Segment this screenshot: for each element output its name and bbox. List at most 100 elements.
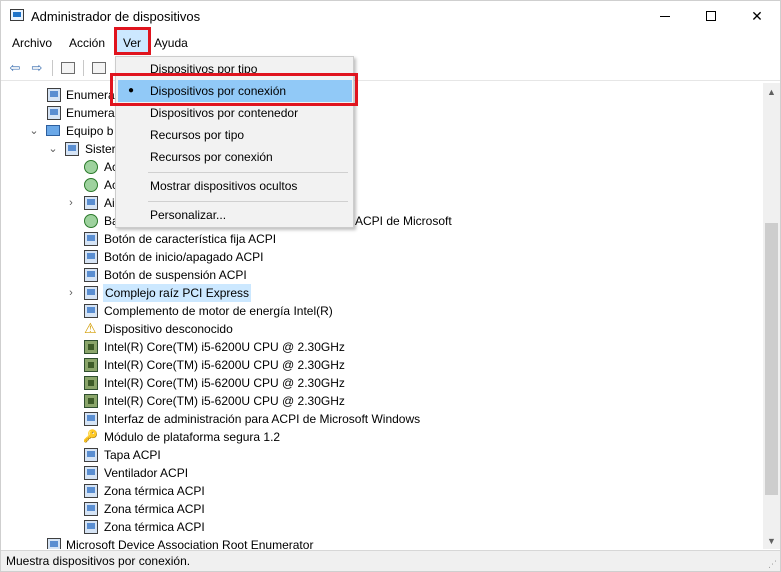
battery-icon [84,178,98,192]
tree-row[interactable]: Zona térmica ACPI [1,518,763,536]
tree-row-label-selected: Complejo raíz PCI Express [103,284,252,302]
tree-row[interactable]: › Complejo raíz PCI Express [1,284,763,302]
expand-chevron-icon[interactable]: › [65,284,77,302]
tree-row-label: Enumera [66,88,115,102]
maximize-icon [706,11,716,21]
tree-row-label: Ventilador ACPI [104,466,189,480]
tree-row[interactable]: Complemento de motor de energía Intel(R) [1,302,763,320]
tree-row-label: Intel(R) Core(TM) i5-6200U CPU @ 2.30GHz [104,358,345,372]
tree-row[interactable]: Botón de suspensión ACPI [1,266,763,284]
menu-item-personalizar[interactable]: Personalizar... [118,204,352,226]
tree-row[interactable]: Microsoft Device Association Root Enumer… [1,536,763,549]
tree-row[interactable]: Zona térmica ACPI [1,482,763,500]
tree-row-label: Zona térmica ACPI [104,502,205,516]
vertical-scrollbar[interactable]: ▲ ▼ [763,83,780,549]
menu-archivo[interactable]: Archivo [12,35,52,53]
toolbar-separator [83,60,84,76]
battery-icon [84,160,98,174]
tree-row-label: Microsoft Device Association Root Enumer… [66,538,314,549]
menu-item-red-highlight [110,73,358,106]
menu-item-label: Recursos por tipo [150,128,245,142]
device-icon [84,412,98,426]
collapse-chevron-icon[interactable]: ⌄ [28,122,40,140]
close-button[interactable]: ✕ [734,1,780,31]
status-bar: Muestra dispositivos por conexión. ⋰ [1,550,780,571]
warning-icon [84,319,98,337]
scroll-thumb[interactable] [765,223,778,495]
close-icon: ✕ [751,7,763,24]
resize-grip-icon[interactable]: ⋰ [768,559,778,569]
collapse-chevron-icon[interactable]: ⌄ [47,140,59,158]
processor-icon [84,340,98,354]
device-icon [84,304,98,318]
device-icon [47,106,61,120]
tree-row-label: Zona térmica ACPI [104,520,205,534]
tree-row-label: Intel(R) Core(TM) i5-6200U CPU @ 2.30GHz [104,340,345,354]
arrow-right-icon: ⇨ [31,60,43,75]
forward-button[interactable]: ⇨ [27,59,47,77]
tree-row-label: Dispositivo desconocido [104,322,233,336]
arrow-left-icon: ⇦ [9,60,21,75]
tree-row-label: Interfaz de administración para ACPI de … [104,412,421,426]
tree-row[interactable]: Intel(R) Core(TM) i5-6200U CPU @ 2.30GHz [1,392,763,410]
tree-row[interactable]: Módulo de plataforma segura 1.2 [1,427,763,446]
tree-row-label: Zona térmica ACPI [104,484,205,498]
tree-row[interactable]: Botón de inicio/apagado ACPI [1,248,763,266]
menu-item-recursos-por-conexion[interactable]: Recursos por conexión [118,146,352,168]
back-button[interactable]: ⇦ [5,59,25,77]
tree-row-label: Intel(R) Core(TM) i5-6200U CPU @ 2.30GHz [104,376,345,390]
maximize-button[interactable] [688,1,734,31]
chevron-up-icon: ▲ [767,86,776,97]
device-icon [47,538,61,549]
tree-row[interactable]: Intel(R) Core(TM) i5-6200U CPU @ 2.30GHz [1,374,763,392]
help-icon [92,62,106,74]
properties-button[interactable] [58,59,78,77]
device-icon [84,268,98,282]
device-icon [84,502,98,516]
tree-row[interactable]: Intel(R) Core(TM) i5-6200U CPU @ 2.30GHz [1,356,763,374]
device-icon [47,88,61,102]
minimize-icon [660,15,670,17]
menu-separator [148,172,348,173]
tree-row[interactable]: Zona térmica ACPI [1,500,763,518]
tree-row[interactable]: Tapa ACPI [1,446,763,464]
tree-row-label: Tapa ACPI [104,448,161,462]
tree-row-label: Equipo b [66,124,114,138]
scroll-up-button[interactable]: ▲ [763,83,780,100]
menu-ver-red-highlight [114,27,151,55]
tree-row-label: Botón de inicio/apagado ACPI [104,250,264,264]
tree-row[interactable]: Botón de característica fija ACPI [1,230,763,248]
chevron-down-icon: ▼ [767,535,776,546]
device-icon [84,448,98,462]
tree-row-label: Complemento de motor de energía Intel(R) [104,304,333,318]
properties-icon [61,62,75,74]
system-device-icon [65,142,79,156]
device-manager-window: Administrador de dispositivos ✕ Archivo … [0,0,781,572]
tree-row-label: Botón de característica fija ACPI [104,232,277,246]
battery-icon [84,214,98,228]
device-icon [84,196,98,210]
tree-row[interactable]: Interfaz de administración para ACPI de … [1,410,763,428]
menu-item-label: Personalizar... [150,208,227,222]
expand-chevron-icon[interactable]: › [65,194,77,212]
minimize-button[interactable] [642,1,688,31]
menu-item-mostrar-dispositivos-ocultos[interactable]: Mostrar dispositivos ocultos [118,175,352,197]
tree-row-label: Sister [85,142,116,156]
menu-separator [148,201,348,202]
help-button[interactable] [89,59,109,77]
menu-item-recursos-por-tipo[interactable]: Recursos por tipo [118,124,352,146]
device-icon [84,466,98,480]
processor-icon [84,376,98,390]
scroll-down-button[interactable]: ▼ [763,532,780,549]
tree-row[interactable]: Ventilador ACPI [1,464,763,482]
tree-row[interactable]: Intel(R) Core(TM) i5-6200U CPU @ 2.30GHz [1,338,763,356]
menu-ayuda[interactable]: Ayuda [154,35,188,53]
processor-icon [84,358,98,372]
tree-row-label: Ai [104,196,115,210]
tree-row-label: Módulo de plataforma segura 1.2 [104,430,281,444]
tree-row-label: Intel(R) Core(TM) i5-6200U CPU @ 2.30GHz [104,394,345,408]
device-icon [84,286,98,300]
tree-row[interactable]: Dispositivo desconocido [1,319,763,338]
menu-accion[interactable]: Acción [69,35,105,53]
device-manager-app-icon [10,9,24,21]
